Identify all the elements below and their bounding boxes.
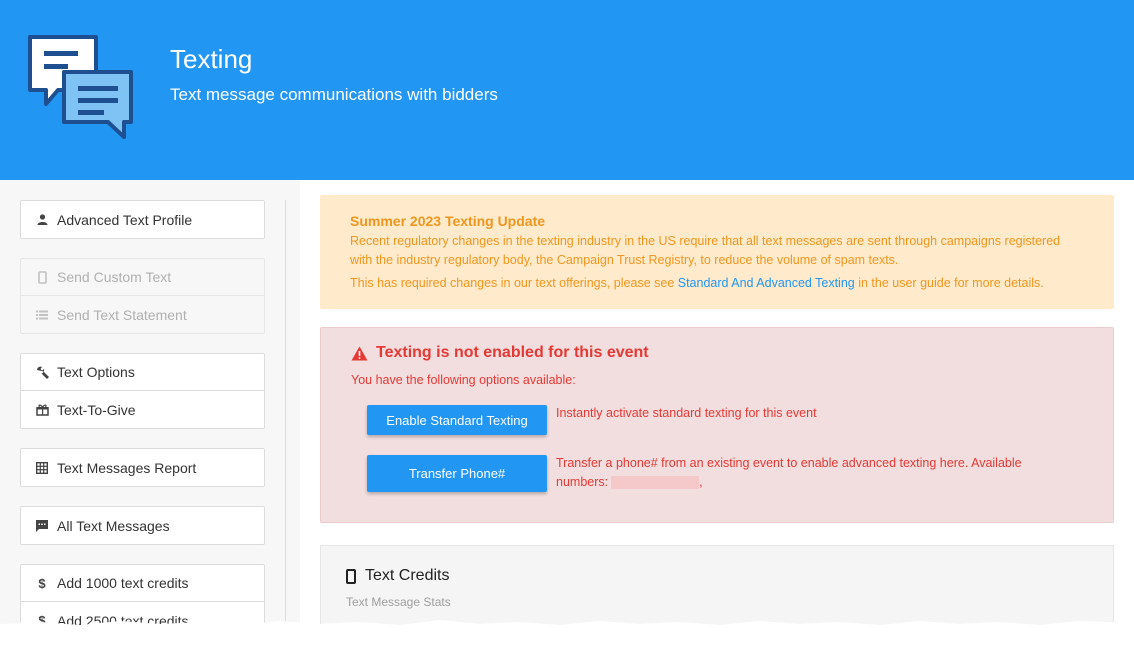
page-header: Texting Text message communications with… (0, 0, 1134, 180)
person-icon (35, 213, 49, 227)
menu-group-send: Send Custom Text Send Text Statement (20, 258, 265, 334)
chat-bubbles-icon (28, 35, 133, 139)
sidebar-item-send-text-statement[interactable]: Send Text Statement (21, 296, 264, 333)
alert-title: Texting is not enabled for this event (376, 344, 649, 361)
phone-icon (35, 270, 49, 284)
grid-icon (35, 461, 49, 475)
torn-edge-decoration (0, 620, 1134, 650)
notice-text-before: This has required changes in our text of… (350, 276, 678, 290)
sidebar-item-label: Advanced Text Profile (57, 211, 193, 228)
notice-title: Summer 2023 Texting Update (350, 213, 546, 229)
sidebar-item-text-to-give[interactable]: Text-To-Give (21, 391, 264, 428)
texting-disabled-alert: Texting is not enabled for this event Yo… (320, 327, 1114, 523)
credits-subtitle: Text Message Stats (346, 595, 451, 609)
sidebar-item-all-text-messages[interactable]: All Text Messages (21, 507, 264, 544)
menu-group-report: Text Messages Report (20, 448, 265, 487)
gift-icon (35, 403, 49, 417)
sidebar-divider (285, 200, 286, 625)
sidebar-item-text-messages-report[interactable]: Text Messages Report (21, 449, 264, 486)
warning-icon (351, 346, 368, 360)
menu-group-options: Text Options Text-To-Give (20, 353, 265, 429)
transfer-phone-desc-suffix: , (699, 475, 703, 489)
enable-standard-texting-desc: Instantly activate standard texting for … (556, 406, 817, 420)
credits-header: Text Credits (346, 567, 449, 585)
notice-line2: This has required changes in our text of… (350, 274, 1084, 293)
transfer-phone-desc: Transfer a phone# from an existing event… (556, 454, 1076, 492)
wrench-icon (35, 365, 49, 379)
mobile-phone-icon (346, 568, 356, 584)
notice-text-after: in the user guide for more details. (854, 276, 1044, 290)
notice-body: Recent regulatory changes in the texting… (350, 234, 1061, 267)
sidebar-item-label: Send Text Statement (57, 306, 187, 323)
transfer-phone-button[interactable]: Transfer Phone# (367, 455, 547, 492)
sidebar-item-label: Text Options (57, 364, 135, 380)
sidebar-item-send-custom-text[interactable]: Send Custom Text (21, 259, 264, 296)
sidebar-item-label: Send Custom Text (57, 269, 172, 285)
user-guide-link[interactable]: Standard And Advanced Texting (678, 276, 855, 290)
menu-group-profile: Advanced Text Profile (20, 200, 265, 239)
texting-update-notice: Summer 2023 Texting Update Recent regula… (320, 195, 1114, 309)
sidebar-item-label: All Text Messages (57, 517, 170, 534)
alert-header: Texting is not enabled for this event (351, 344, 649, 362)
redacted-phone-numbers (611, 476, 700, 490)
sidebar-item-label: Add 1000 text credits (57, 575, 189, 591)
sidebar-item-label: Text-To-Give (57, 401, 136, 418)
dollar-icon: $ (38, 575, 46, 591)
alert-subtitle: You have the following options available… (351, 373, 576, 387)
enable-standard-texting-button[interactable]: Enable Standard Texting (367, 405, 547, 435)
message-icon (35, 519, 49, 533)
sidebar-item-label: Text Messages Report (57, 459, 197, 476)
sidebar-item-add-1000-credits[interactable]: $ Add 1000 text credits (21, 565, 264, 602)
list-icon (35, 308, 49, 322)
page-title: Texting (170, 44, 253, 74)
credits-title: Text Credits (365, 567, 450, 584)
page-subtitle: Text message communications with bidders (170, 85, 498, 104)
sidebar-item-text-options[interactable]: Text Options (21, 354, 264, 391)
sidebar-item-advanced-text-profile[interactable]: Advanced Text Profile (21, 201, 264, 238)
menu-group-messages: All Text Messages (20, 506, 265, 545)
